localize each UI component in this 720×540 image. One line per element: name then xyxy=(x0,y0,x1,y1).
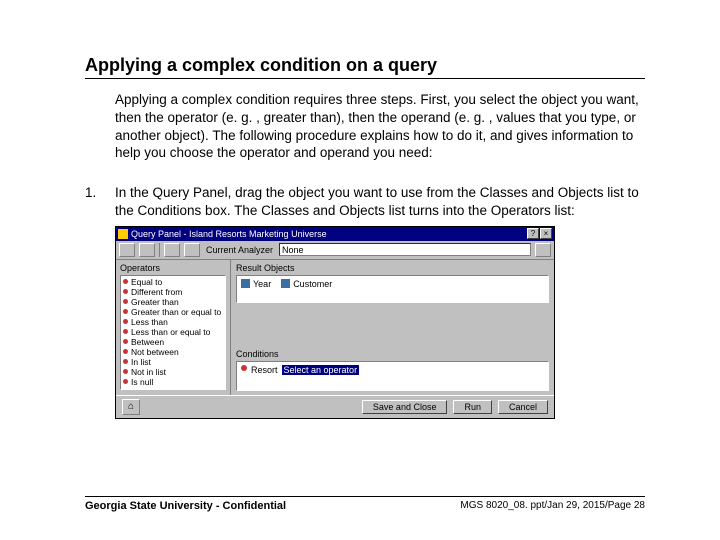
result-chip-label: Year xyxy=(253,279,271,289)
bullet-icon xyxy=(123,279,128,284)
window-title: Query Panel - Island Resorts Marketing U… xyxy=(131,229,526,239)
conditions-label: Conditions xyxy=(236,349,549,359)
query-panel-window: Query Panel - Island Resorts Marketing U… xyxy=(115,226,555,419)
list-item[interactable]: Greater than or equal to xyxy=(123,307,223,317)
cube-icon xyxy=(241,279,250,288)
cancel-button[interactable]: Cancel xyxy=(498,400,548,414)
step-text: In the Query Panel, drag the object you … xyxy=(115,184,645,220)
list-item-label: Greater than xyxy=(131,297,179,307)
list-item-label: Different from xyxy=(131,287,182,297)
list-item[interactable]: Less than or equal to xyxy=(123,327,223,337)
toolbar-button-3[interactable] xyxy=(164,243,180,257)
intro-paragraph: Applying a complex condition requires th… xyxy=(115,91,645,162)
app-icon xyxy=(118,229,128,239)
list-item[interactable]: Equal to xyxy=(123,277,223,287)
bullet-icon xyxy=(123,339,128,344)
condition-bullet-icon xyxy=(241,365,247,371)
list-item[interactable]: In list xyxy=(123,357,223,367)
bullet-icon xyxy=(123,349,128,354)
run-button[interactable]: Run xyxy=(453,400,492,414)
operators-list[interactable]: Equal toDifferent fromGreater thanGreate… xyxy=(120,275,226,390)
options-icon[interactable]: ⌂ xyxy=(122,399,140,415)
bullet-icon xyxy=(123,289,128,294)
analyzer-value: None xyxy=(282,245,304,255)
list-item-label: Greater than or equal to xyxy=(131,307,221,317)
toolbar-button-4[interactable] xyxy=(184,243,200,257)
list-item[interactable]: Not between xyxy=(123,347,223,357)
analyzer-label: Current Analyzer xyxy=(204,245,275,255)
condition-object: Resort xyxy=(251,365,278,375)
list-item-label: Less than or equal to xyxy=(131,327,210,337)
list-item[interactable]: Greater than xyxy=(123,297,223,307)
toolbar-button-2[interactable] xyxy=(139,243,155,257)
result-objects-label: Result Objects xyxy=(236,263,549,273)
slide-footer: Georgia State University - Confidential … xyxy=(85,488,645,512)
bullet-icon xyxy=(123,299,128,304)
titlebar: Query Panel - Island Resorts Marketing U… xyxy=(116,227,554,241)
list-item-label: Not between xyxy=(131,347,179,357)
step-1: 1. In the Query Panel, drag the object y… xyxy=(85,184,645,220)
condition-operator-placeholder[interactable]: Select an operator xyxy=(282,365,360,375)
list-item-label: Equal to xyxy=(131,277,162,287)
bullet-icon xyxy=(123,329,128,334)
footer-left: Georgia State University - Confidential xyxy=(85,500,286,512)
footer-right: MGS 8020_08. ppt/Jan 29, 2015/Page 28 xyxy=(460,500,645,512)
list-item[interactable]: Is not null xyxy=(123,387,223,390)
bullet-icon xyxy=(123,359,128,364)
operators-label: Operators xyxy=(120,263,226,273)
result-chip[interactable]: Customer xyxy=(281,279,332,289)
list-item[interactable]: Between xyxy=(123,337,223,347)
conditions-box[interactable]: Resort Select an operator xyxy=(236,361,549,391)
bullet-icon xyxy=(123,309,128,314)
list-item[interactable]: Not in list xyxy=(123,367,223,377)
close-icon[interactable]: × xyxy=(540,228,552,239)
footer-rule xyxy=(85,496,645,497)
bullet-icon xyxy=(123,379,128,384)
list-item-label: In list xyxy=(131,357,151,367)
toolbar: Current Analyzer None xyxy=(116,241,554,260)
title-rule xyxy=(85,78,645,79)
bullet-icon xyxy=(123,369,128,374)
toolbar-button-5[interactable] xyxy=(535,243,551,257)
list-item[interactable]: Different from xyxy=(123,287,223,297)
list-item-label: Is not null xyxy=(131,387,167,390)
list-item-label: Between xyxy=(131,337,164,347)
slide-title: Applying a complex condition on a query xyxy=(85,55,645,76)
list-item[interactable]: Less than xyxy=(123,317,223,327)
list-item-label: Not in list xyxy=(131,367,166,377)
bullet-icon xyxy=(123,389,128,390)
cube-icon xyxy=(281,279,290,288)
result-objects-box[interactable]: Year Customer xyxy=(236,275,549,303)
help-icon[interactable]: ? xyxy=(527,228,539,239)
list-item-label: Less than xyxy=(131,317,168,327)
bullet-icon xyxy=(123,319,128,324)
step-number: 1. xyxy=(85,184,115,220)
result-chip-label: Customer xyxy=(293,279,332,289)
list-item-label: Is null xyxy=(131,377,153,387)
save-and-close-button[interactable]: Save and Close xyxy=(362,400,448,414)
result-chip[interactable]: Year xyxy=(241,279,271,289)
analyzer-field[interactable]: None xyxy=(279,243,531,256)
list-item[interactable]: Is null xyxy=(123,377,223,387)
toolbar-button-1[interactable] xyxy=(119,243,135,257)
window-footer: ⌂ Save and Close Run Cancel xyxy=(116,395,554,418)
